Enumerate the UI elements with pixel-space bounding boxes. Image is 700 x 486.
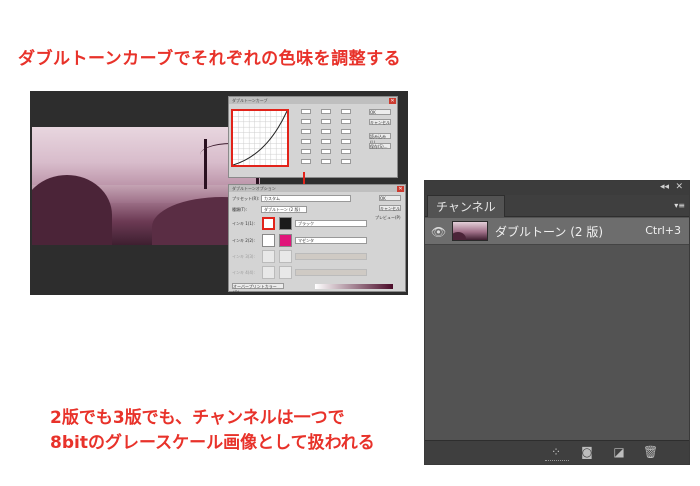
photoshop-screenshot: ダブルトーンカーブ ✕ OK キャンセル 読み込み 保存(S)... ダブルトー… <box>30 91 408 295</box>
ink3-curve-swatch <box>262 250 275 263</box>
duotone-curve-dialog: ダブルトーンカーブ ✕ OK キャンセル 読み込み 保存(S)... <box>228 96 398 178</box>
ink4-label: インキ 4(4): <box>232 270 255 275</box>
panel-menu-icon[interactable]: ▾≡ <box>674 201 685 210</box>
ink2-curve-swatch[interactable] <box>262 234 275 247</box>
duotone-photo <box>32 127 260 245</box>
cancel-button[interactable]: キャンセル <box>369 119 391 125</box>
save-button[interactable]: 保存(S)... <box>369 143 391 149</box>
cancel-button[interactable]: キャンセル <box>379 205 401 211</box>
ink4-name-field <box>295 269 367 276</box>
channel-thumbnail <box>452 221 488 241</box>
curve-graph[interactable] <box>231 109 289 167</box>
channel-shortcut: Ctrl+3 <box>645 224 681 237</box>
panel-tab-row: チャンネル ▾≡ <box>425 195 689 217</box>
load-button[interactable]: 読み込み(L)... <box>369 133 391 145</box>
preset-label: プリセット(R): <box>232 196 260 201</box>
note-line-1: 2版でも3版でも、チャンネルは一つで <box>50 408 345 428</box>
ink2-color-swatch[interactable] <box>279 234 292 247</box>
ink1-color-swatch[interactable] <box>279 217 292 230</box>
curve-dialog-title: ダブルトーンカーブ <box>229 97 397 104</box>
panel-topbar: ◂◂ ✕ <box>425 181 689 195</box>
ink4-curve-swatch <box>262 266 275 279</box>
new-channel-icon[interactable]: ◪ <box>612 445 626 459</box>
close-icon[interactable]: ✕ <box>389 98 396 104</box>
close-icon[interactable]: ✕ <box>397 186 404 192</box>
channel-name: ダブルトーン (2 版) <box>495 225 604 239</box>
save-selection-icon[interactable]: ◙ <box>580 445 594 459</box>
ok-button[interactable]: OK <box>369 109 391 115</box>
preview-checkbox[interactable]: プレビュー(P) <box>375 215 401 221</box>
trash-icon[interactable]: 🗑 <box>643 445 658 459</box>
overprint-colors-button[interactable]: オーバープリントカラー(O)... <box>232 283 284 295</box>
ink1-name-field[interactable]: ブラック <box>295 220 367 227</box>
channels-panel: ◂◂ ✕ チャンネル ▾≡ 👁 ダブルトーン (2 版) Ctrl+3 ⁘ ◙ … <box>424 180 690 465</box>
ink1-label: インキ 1(1): <box>232 221 255 226</box>
note-line-2: 8bitのグレースケール画像として扱われる <box>50 433 375 453</box>
eye-icon[interactable]: 👁 <box>431 225 446 239</box>
load-selection-icon[interactable]: ⁘ <box>549 445 563 459</box>
duotone-options-dialog: ダブルトーンオプション ✕ プリセット(R): カスタム 種類(T): ダブルト… <box>228 184 406 295</box>
ink3-color-swatch <box>279 250 292 263</box>
ink2-label: インキ 2(2): <box>232 238 255 243</box>
ok-button[interactable]: OK <box>379 195 401 201</box>
ink4-color-swatch <box>279 266 292 279</box>
type-label: 種類(T): <box>232 207 247 212</box>
duotone-dialog-title: ダブルトーンオプション <box>229 185 405 192</box>
close-icon[interactable]: ✕ <box>675 182 683 192</box>
ink1-curve-swatch[interactable] <box>262 217 275 230</box>
resize-grip[interactable] <box>545 460 569 463</box>
headline-annotation: ダブルトーンカーブでそれぞれの色味を調整する <box>18 49 402 69</box>
preset-select[interactable]: カスタム <box>261 195 351 202</box>
collapse-icon[interactable]: ◂◂ <box>660 182 669 192</box>
ink3-name-field <box>295 253 367 260</box>
ink2-name-field[interactable]: マゼンタ <box>295 237 367 244</box>
ink3-label: インキ 3(3): <box>232 254 255 259</box>
panel-bottom-bar: ⁘ ◙ ◪ 🗑 <box>425 440 689 464</box>
tab-channels[interactable]: チャンネル <box>427 195 505 217</box>
tone-gradient-bar <box>315 284 393 289</box>
type-select[interactable]: ダブルトーン (2 版) <box>261 206 307 213</box>
channel-row[interactable]: 👁 ダブルトーン (2 版) Ctrl+3 <box>425 218 689 245</box>
